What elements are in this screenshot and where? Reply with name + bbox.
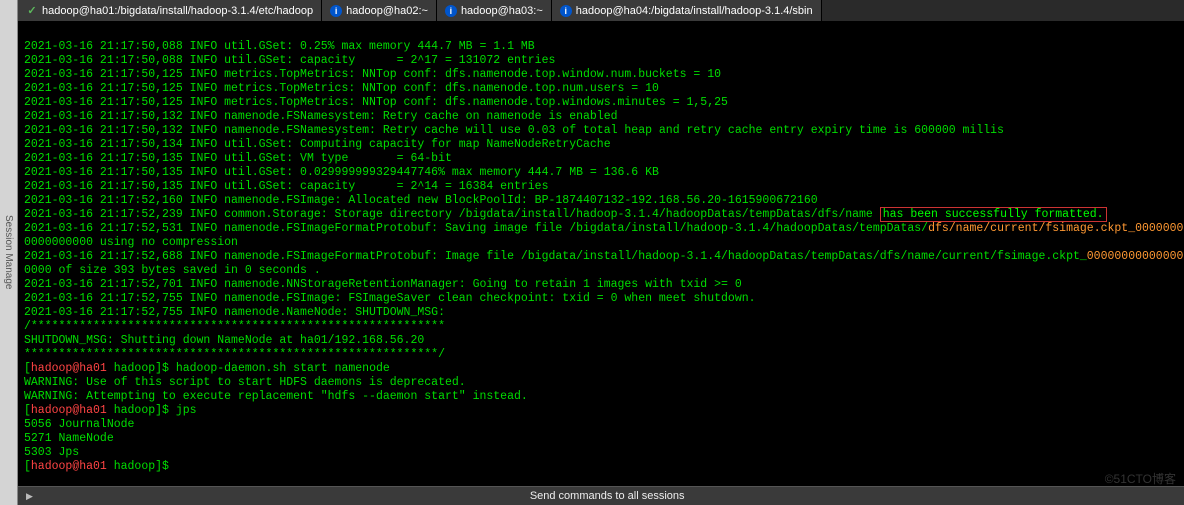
- log-line-wrap: dfs/name/current/fsimage.ckpt_00000000: [928, 222, 1184, 235]
- log-line-wrap: 00000000000000: [1087, 250, 1184, 263]
- log-line: ****************************************…: [24, 348, 445, 361]
- triangle-icon: ▶: [26, 491, 33, 502]
- tab-label: hadoop@ha01:/bigdata/install/hadoop-3.1.…: [42, 5, 313, 17]
- log-line: 2021-03-16 21:17:50,125 INFO metrics.Top…: [24, 96, 728, 109]
- watermark: ©51CTO博客: [1105, 470, 1176, 487]
- log-line: 2021-03-16 21:17:50,134 INFO util.GSet: …: [24, 138, 611, 151]
- log-line: WARNING: Attempting to execute replaceme…: [24, 390, 528, 403]
- log-line: 2021-03-16 21:17:50,125 INFO metrics.Top…: [24, 68, 721, 81]
- prompt-user: hadoop@ha01: [31, 362, 107, 375]
- formatted-highlight: has been successfully formatted.: [880, 207, 1107, 222]
- info-icon: i: [445, 5, 457, 17]
- tab-ha02[interactable]: i hadoop@ha02:~: [322, 0, 437, 21]
- send-commands-bar[interactable]: ▶ Send commands to all sessions: [18, 486, 1184, 505]
- log-line: 2021-03-16 21:17:52,239 INFO common.Stor…: [24, 208, 880, 221]
- log-line: 2021-03-16 21:17:50,135 INFO util.GSet: …: [24, 152, 452, 165]
- prompt-user: hadoop@ha01: [31, 460, 107, 473]
- tab-ha04[interactable]: i hadoop@ha04:/bigdata/install/hadoop-3.…: [552, 0, 822, 21]
- info-icon: i: [560, 5, 572, 17]
- tab-ha03[interactable]: i hadoop@ha03:~: [437, 0, 552, 21]
- terminal-output[interactable]: 2021-03-16 21:17:50,088 INFO util.GSet: …: [18, 22, 1184, 486]
- log-line: 2021-03-16 21:17:52,701 INFO namenode.NN…: [24, 278, 742, 291]
- log-line: 0000000000 using no compression: [24, 236, 238, 249]
- prompt-bracket: [: [24, 362, 31, 375]
- log-line: 5303 Jps: [24, 446, 79, 459]
- log-line: 0000 of size 393 bytes saved in 0 second…: [24, 264, 321, 277]
- log-line: 5271 NameNode: [24, 432, 114, 445]
- main-area: ✓ hadoop@ha01:/bigdata/install/hadoop-3.…: [18, 0, 1184, 505]
- session-manager-sidebar[interactable]: Session Manage: [0, 0, 18, 505]
- tab-ha01[interactable]: ✓ hadoop@ha01:/bigdata/install/hadoop-3.…: [18, 0, 322, 21]
- check-icon: ✓: [26, 5, 38, 17]
- log-line: 2021-03-16 21:17:52,755 INFO namenode.FS…: [24, 292, 756, 305]
- log-line: 2021-03-16 21:17:52,531 INFO namenode.FS…: [24, 222, 928, 235]
- log-line: /***************************************…: [24, 320, 445, 333]
- prompt-path: hadoop]$: [107, 362, 176, 375]
- log-line: 2021-03-16 21:17:50,135 INFO util.GSet: …: [24, 180, 549, 193]
- prompt-user: hadoop@ha01: [31, 404, 107, 417]
- sidebar-label: Session Manage: [3, 215, 14, 290]
- prompt-bracket: [: [24, 460, 31, 473]
- tab-bar: ✓ hadoop@ha01:/bigdata/install/hadoop-3.…: [18, 0, 1184, 22]
- tab-label: hadoop@ha04:/bigdata/install/hadoop-3.1.…: [576, 5, 813, 17]
- command-text: hadoop-daemon.sh start namenode: [176, 362, 390, 375]
- prompt-path: hadoop]$: [107, 460, 176, 473]
- log-line: 5056 JournalNode: [24, 418, 134, 431]
- prompt-path: hadoop]$: [107, 404, 176, 417]
- log-line: 2021-03-16 21:17:50,125 INFO metrics.Top…: [24, 82, 659, 95]
- send-commands-label: Send commands to all sessions: [530, 490, 685, 502]
- log-line: 2021-03-16 21:17:50,088 INFO util.GSet: …: [24, 54, 555, 67]
- log-line: SHUTDOWN_MSG: Shutting down NameNode at …: [24, 334, 424, 347]
- log-line: 2021-03-16 21:17:50,132 INFO namenode.FS…: [24, 110, 618, 123]
- command-text: jps: [176, 404, 197, 417]
- log-line: WARNING: Use of this script to start HDF…: [24, 376, 466, 389]
- log-line: 2021-03-16 21:17:52,160 INFO namenode.FS…: [24, 194, 818, 207]
- prompt-bracket: [: [24, 404, 31, 417]
- log-line: 2021-03-16 21:17:50,132 INFO namenode.FS…: [24, 124, 1004, 137]
- tab-label: hadoop@ha03:~: [461, 5, 543, 17]
- log-line: 2021-03-16 21:17:50,135 INFO util.GSet: …: [24, 166, 659, 179]
- info-icon: i: [330, 5, 342, 17]
- log-line: 2021-03-16 21:17:50,088 INFO util.GSet: …: [24, 40, 535, 53]
- log-line: 2021-03-16 21:17:52,688 INFO namenode.FS…: [24, 250, 1087, 263]
- tab-label: hadoop@ha02:~: [346, 5, 428, 17]
- log-line: 2021-03-16 21:17:52,755 INFO namenode.Na…: [24, 306, 445, 319]
